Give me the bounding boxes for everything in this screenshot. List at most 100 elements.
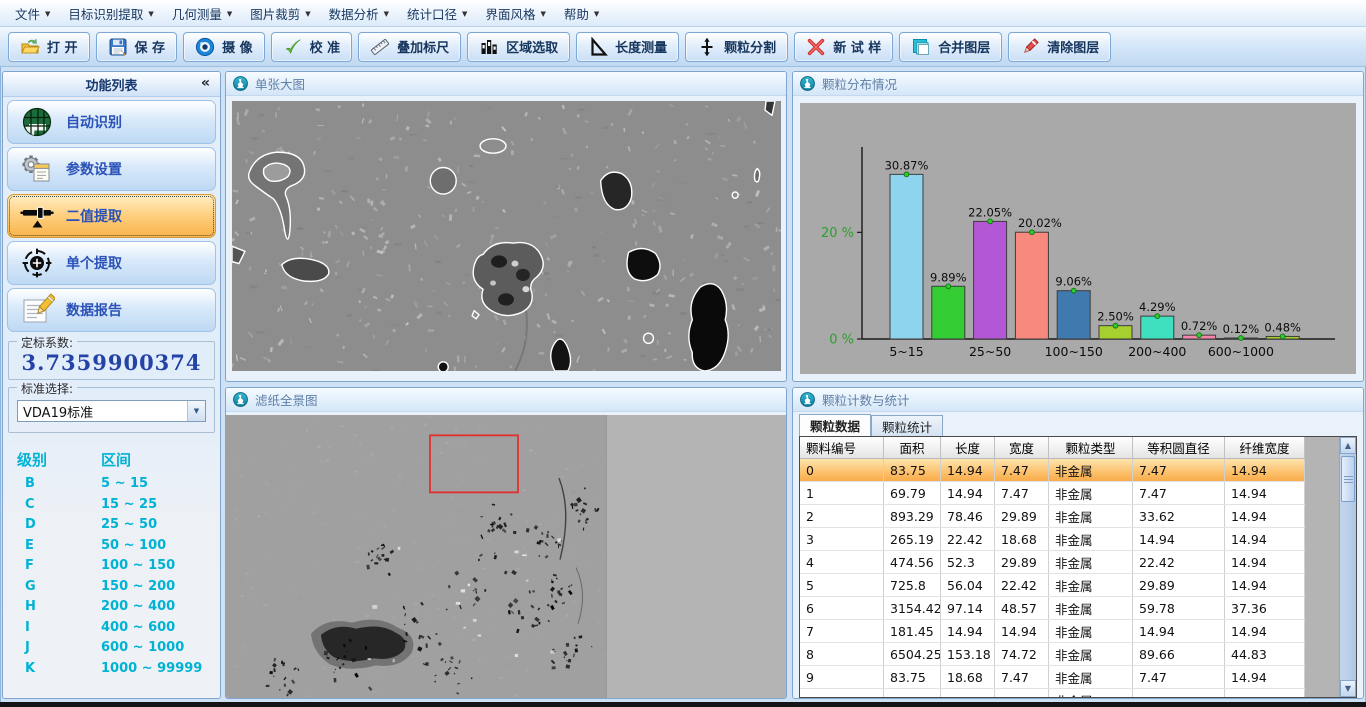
sidebar-item-param-settings[interactable]: 参数设置 [7, 147, 216, 191]
menu-item-label: 界面风格 [485, 4, 535, 23]
grade-row: K1000 ~ 99999 [17, 659, 220, 680]
region-select-button[interactable]: 区域选取 [467, 32, 570, 62]
grade-interval: 200 ~ 400 [101, 597, 175, 618]
svg-text:0.48%: 0.48% [1264, 320, 1301, 334]
menu-item-image-crop[interactable]: 图片裁剪▼ [241, 1, 319, 26]
column-header[interactable]: 等积圆直径 [1133, 437, 1225, 458]
table-row[interactable]: 3265.1922.4218.68非金属14.9414.94 [800, 528, 1305, 551]
grade-level: B [17, 474, 101, 495]
grade-row: B5 ~ 15 [17, 474, 220, 495]
filter-paper-panorama-image[interactable] [226, 415, 606, 698]
grade-interval: 15 ~ 25 [101, 495, 157, 516]
grade-level: H [17, 597, 101, 618]
particle-split-button[interactable]: 颗粒分割 [685, 32, 788, 62]
menu-item-file[interactable]: 文件▼ [6, 1, 59, 26]
merge-layers-button[interactable]: 合并图层 [899, 32, 1002, 62]
length-measure-button[interactable]: 长度测量 [576, 32, 679, 62]
microscope-image [232, 101, 781, 371]
table-row[interactable]: 86504.25153.1874.72非金属89.6644.83 [800, 643, 1305, 666]
collapse-chevrons-icon[interactable]: « [201, 75, 210, 91]
standard-combobox[interactable]: VDA19标准 ▼ [17, 400, 206, 422]
triangle-ruler-icon [588, 37, 608, 57]
chevron-down-icon: ▼ [148, 10, 153, 18]
grade-interval: 25 ~ 50 [101, 515, 157, 536]
column-header[interactable]: 面积 [884, 437, 941, 458]
column-header[interactable]: 长度 [941, 437, 995, 458]
sidebar-item-auto-recognize[interactable]: 自动识别 [7, 100, 216, 144]
table-filler [1305, 437, 1339, 697]
column-header[interactable]: 纤维宽度 [1225, 437, 1305, 458]
column-header[interactable]: 颗粒类型 [1049, 437, 1133, 458]
sidebar-item-data-report[interactable]: 数据报告 [7, 288, 216, 332]
overlay-ruler-button[interactable]: 叠加标尺 [358, 32, 461, 62]
sidebar-item-binary-extract[interactable]: 二值提取 [7, 194, 216, 238]
tab-particle-data[interactable]: 颗粒数据 [799, 414, 871, 436]
distribution-panel: 颗粒分布情况 0 %20 %30.87%9.89%22.05%20.02%9.0… [792, 71, 1364, 382]
panel-title: 滤纸全景图 [255, 390, 318, 409]
toolbar-button-label: 新 试 样 [833, 37, 881, 56]
table-row[interactable]: 63154.4297.1448.57非金属59.7837.36 [800, 597, 1305, 620]
grade-level: K [17, 659, 101, 680]
grade-level: F [17, 556, 101, 577]
pencil-report-icon [19, 293, 55, 327]
menu-item-label: 数据分析 [329, 4, 379, 23]
content: 功能列表 « 自动识别参数设置二值提取单个提取数据报告 定标系数: 3.7359… [0, 67, 1366, 702]
calibration-label: 定标系数: [17, 334, 77, 351]
sidebar-item-single-extract[interactable]: 单个提取 [7, 241, 216, 285]
menu-item-help[interactable]: 帮助▼ [555, 1, 608, 26]
microscope-icon [233, 76, 248, 91]
table-row[interactable]: 083.7514.947.47非金属7.4714.94 [800, 459, 1305, 482]
distribution-panel-header: 颗粒分布情况 [793, 72, 1363, 96]
crosshair-arrows-icon [697, 37, 717, 57]
menu-item-ui-style[interactable]: 界面风格▼ [476, 1, 554, 26]
calibration-value: 3.7359900374 [13, 350, 210, 375]
svg-text:0.72%: 0.72% [1181, 319, 1218, 333]
tab-particle-stats[interactable]: 颗粒统计 [871, 415, 943, 436]
panorama-empty-area [606, 415, 786, 698]
menu-item-label: 文件 [15, 4, 40, 23]
table-row[interactable]: 非金属 [800, 689, 1305, 698]
new-sample-button[interactable]: 新 试 样 [794, 32, 893, 62]
toolbar-button-label: 校 准 [310, 37, 341, 56]
chevron-down-icon: ▼ [594, 10, 599, 18]
svg-text:20.02%: 20.02% [1018, 216, 1062, 230]
single-image-viewport[interactable] [232, 101, 781, 371]
sidebar-title: 功能列表 [85, 75, 137, 94]
vertical-scrollbar[interactable]: ▲ ▼ [1339, 437, 1356, 697]
toolbar-button-label: 摄 像 [222, 37, 253, 56]
svg-text:22.05%: 22.05% [968, 205, 1012, 219]
menu-item-target-recognition-extract[interactable]: 目标识别提取▼ [59, 1, 162, 26]
calibrate-button[interactable]: 校 准 [271, 32, 353, 62]
scroll-thumb[interactable] [1341, 456, 1355, 502]
scroll-down-button[interactable]: ▼ [1340, 680, 1356, 697]
toolbar-button-label: 区域选取 [506, 37, 558, 56]
column-header[interactable]: 宽度 [995, 437, 1049, 458]
chevron-down-icon: ▼ [305, 10, 310, 18]
table-row[interactable]: 5725.856.0422.42非金属29.8914.94 [800, 574, 1305, 597]
menubar: 文件▼目标识别提取▼几何测量▼图片裁剪▼数据分析▼统计口径▼界面风格▼帮助▼ [0, 0, 1366, 27]
table-row[interactable]: 7181.4514.9414.94非金属14.9414.94 [800, 620, 1305, 643]
table-row[interactable]: 4474.5652.329.89非金属22.4214.94 [800, 551, 1305, 574]
svg-text:0.12%: 0.12% [1223, 322, 1260, 336]
table-row[interactable]: 2893.2978.4629.89非金属33.6214.94 [800, 505, 1305, 528]
combo-dropdown-button[interactable]: ▼ [187, 401, 205, 421]
ruler-icon [370, 37, 390, 57]
table-row[interactable]: 983.7518.687.47非金属7.4714.94 [800, 666, 1305, 689]
clear-layers-button[interactable]: 清除图层 [1008, 32, 1111, 62]
save-button[interactable]: 保 存 [96, 32, 178, 62]
camera-icon [195, 37, 215, 57]
menu-item-statistic-caliber[interactable]: 统计口径▼ [398, 1, 476, 26]
svg-text:5~15: 5~15 [889, 344, 923, 359]
region-bars-icon [479, 37, 499, 57]
menu-item-data-analysis[interactable]: 数据分析▼ [320, 1, 398, 26]
menu-item-geometric-measure[interactable]: 几何测量▼ [163, 1, 241, 26]
grade-interval: 150 ~ 200 [101, 577, 175, 598]
window-bottom-edge [0, 702, 1366, 707]
table-row[interactable]: 169.7914.947.47非金属7.4714.94 [800, 482, 1305, 505]
svg-text:100~150: 100~150 [1045, 344, 1103, 359]
column-header[interactable]: 颗料编号 [800, 437, 884, 458]
interval-col-header: 区间 [101, 449, 131, 470]
scroll-up-button[interactable]: ▲ [1340, 437, 1356, 454]
capture-button[interactable]: 摄 像 [183, 32, 265, 62]
open-button[interactable]: 打 开 [8, 32, 90, 62]
